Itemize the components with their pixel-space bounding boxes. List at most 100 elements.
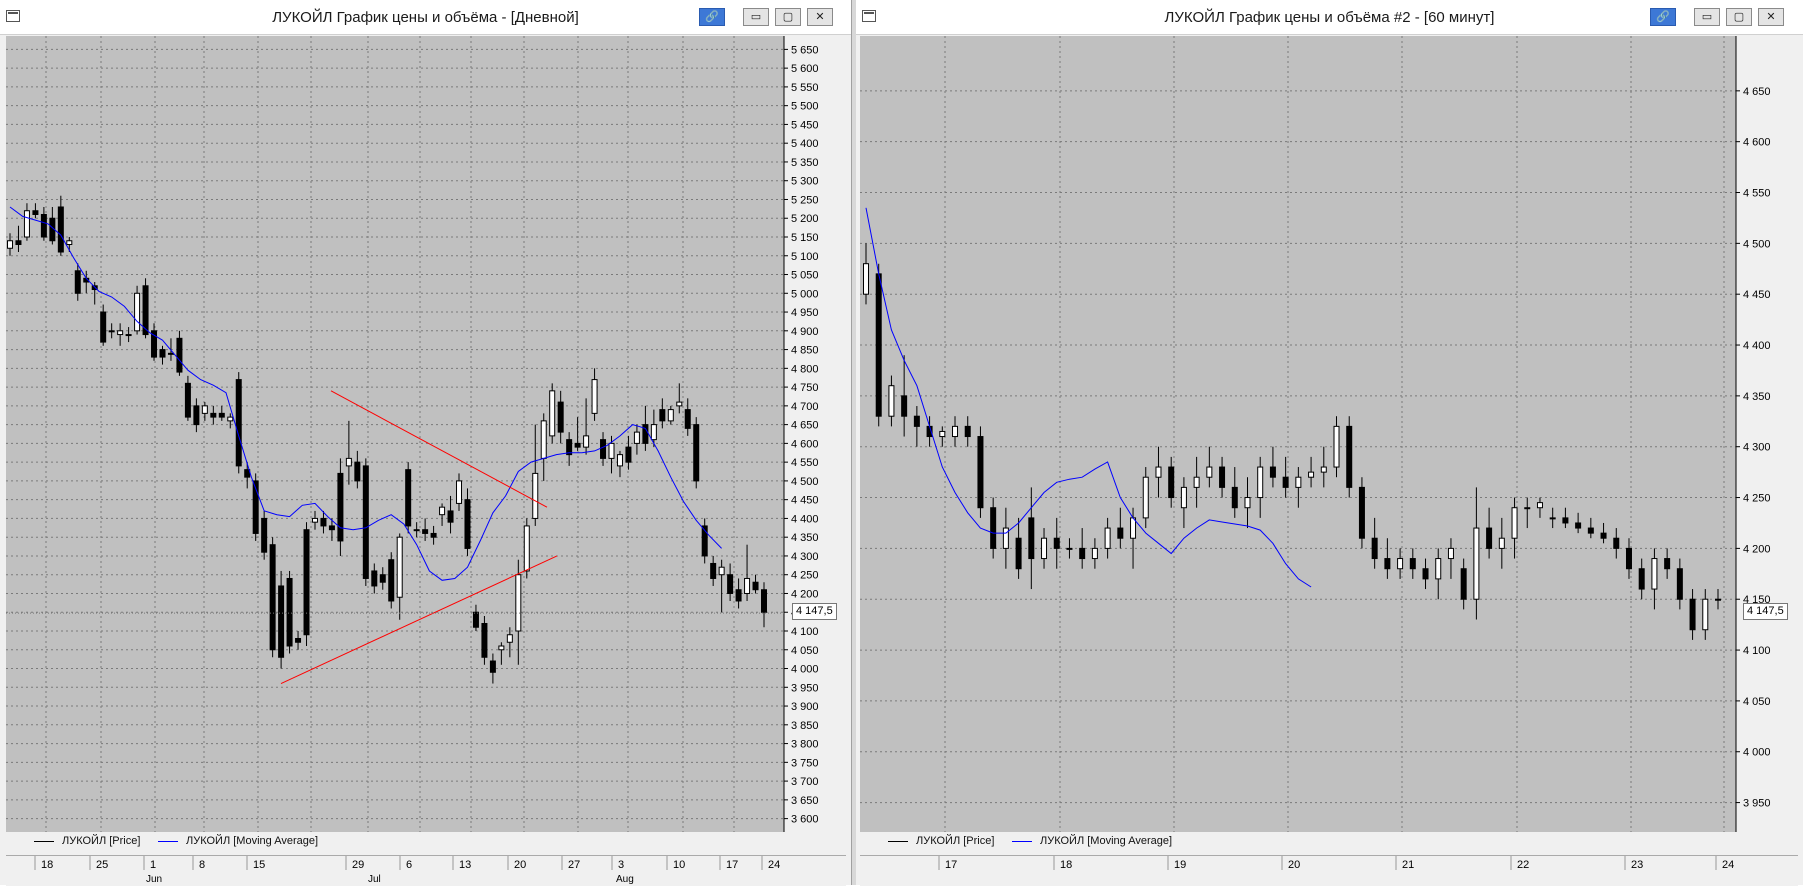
candle-body xyxy=(1168,466,1175,499)
y-tick-label: 4 450 xyxy=(1743,289,1771,301)
candle-body xyxy=(591,379,598,414)
y-tick-label: 5 350 xyxy=(791,157,819,169)
candle-body xyxy=(32,210,39,215)
y-tick-label: 4 350 xyxy=(1743,391,1771,403)
date-tick-label: 15 xyxy=(253,859,265,871)
candle-body xyxy=(752,581,759,591)
candle-body xyxy=(744,577,751,594)
candle-body xyxy=(1664,558,1671,570)
candle-body xyxy=(1219,466,1226,488)
hourly-time-axis[interactable]: 17 18 19 20 21 22 23 24 xyxy=(860,855,1798,886)
y-tick-label: 4 450 xyxy=(791,495,819,507)
y-tick-label: 5 650 xyxy=(791,44,819,56)
y-tick-label: 4 300 xyxy=(791,551,819,563)
y-tick-label: 4 850 xyxy=(791,345,819,357)
date-tick-label: 23 xyxy=(1631,859,1643,871)
candle-body xyxy=(66,240,73,246)
month-label: Jul xyxy=(368,874,381,885)
candle-body xyxy=(693,424,700,482)
candle-body xyxy=(1600,532,1607,539)
candle-body xyxy=(1435,558,1442,580)
daily-chart-window: ЛУКОЙЛ График цены и объёма - [Дневной] … xyxy=(0,0,852,886)
candle-body xyxy=(1180,486,1187,509)
y-tick-label: 4 600 xyxy=(791,438,819,450)
candle-body xyxy=(557,401,564,433)
daily-time-axis[interactable]: 18 25 1 8 15 29 6 13 20 27 3 10 17 24Jun Jul Aug xyxy=(6,855,846,886)
candle-body xyxy=(1104,527,1111,549)
candle-body xyxy=(320,517,327,527)
hourly-price-chart[interactable]: 3 9504 0004 0504 1004 1504 2004 2504 300… xyxy=(860,36,1798,832)
date-tick-label: 29 xyxy=(352,859,364,871)
candle-body xyxy=(549,390,556,437)
candle-body xyxy=(1651,558,1658,590)
link-icon[interactable]: 🔗 xyxy=(699,8,725,26)
date-tick-label: 17 xyxy=(945,859,957,871)
candle-body xyxy=(456,480,463,504)
candle-body xyxy=(193,405,200,426)
candle-body xyxy=(888,385,895,417)
candle-body xyxy=(413,529,420,532)
candle-body xyxy=(1587,527,1594,534)
candle-body xyxy=(472,611,479,628)
date-tick-label: 17 xyxy=(726,859,738,871)
date-tick-label: 27 xyxy=(568,859,580,871)
candle-body xyxy=(684,409,691,429)
close-button[interactable]: ✕ xyxy=(1758,8,1784,26)
date-tick-label: 19 xyxy=(1174,859,1186,871)
link-icon[interactable]: 🔗 xyxy=(1650,8,1676,26)
candle-body xyxy=(371,570,378,587)
candle-body xyxy=(303,529,310,636)
candle-body xyxy=(901,395,908,417)
legend-swatch-price xyxy=(34,840,54,842)
y-tick-label: 5 300 xyxy=(791,176,819,188)
y-tick-label: 4 100 xyxy=(791,626,819,638)
candle-body xyxy=(1130,517,1137,539)
candle-body xyxy=(1536,502,1543,509)
maximize-button[interactable]: ▢ xyxy=(1726,8,1752,26)
legend-swatch-moving-average xyxy=(158,840,178,842)
candle-body xyxy=(1409,558,1416,570)
y-tick-label: 4 550 xyxy=(1743,188,1771,200)
candle-body xyxy=(1562,517,1569,524)
candle-body xyxy=(1269,466,1276,478)
candle-body xyxy=(616,454,623,467)
date-tick-label: 3 xyxy=(618,859,624,871)
candle-body xyxy=(574,442,581,448)
candle-body xyxy=(311,517,318,523)
candle-body xyxy=(1625,547,1632,570)
candle-body xyxy=(532,472,539,519)
candle-body xyxy=(875,273,882,417)
legend-item-price: ЛУКОЙЛ [Price] xyxy=(888,835,994,847)
candle-body xyxy=(379,574,386,583)
plot-background xyxy=(6,36,784,832)
minimize-button[interactable]: ▭ xyxy=(1694,8,1720,26)
candle-body xyxy=(439,506,446,516)
close-button[interactable]: ✕ xyxy=(807,8,833,26)
maximize-button[interactable]: ▢ xyxy=(775,8,801,26)
candle-body xyxy=(388,559,395,602)
candle-body xyxy=(108,330,115,333)
candle-body xyxy=(354,461,361,482)
date-tick-label: 18 xyxy=(1060,859,1072,871)
candle-body xyxy=(1575,522,1582,529)
candle-body xyxy=(430,532,437,538)
hourly-window-titlebar[interactable]: ЛУКОЙЛ График цены и объёма #2 - [60 мин… xyxy=(856,0,1803,35)
candle-body xyxy=(1422,568,1429,580)
candle-body xyxy=(608,442,615,459)
time-axis-background xyxy=(860,856,1798,886)
candle-body xyxy=(1689,598,1696,631)
candle-body xyxy=(337,472,344,542)
candle-body xyxy=(1460,568,1467,600)
daily-window-titlebar[interactable]: ЛУКОЙЛ График цены и объёма - [Дневной] … xyxy=(0,0,851,35)
candle-body xyxy=(396,536,403,598)
candle-body xyxy=(583,435,590,448)
date-tick-label: 10 xyxy=(673,859,685,871)
candle-body xyxy=(1511,507,1518,539)
candle-body xyxy=(201,405,208,414)
candle-body xyxy=(1091,547,1098,560)
candle-body xyxy=(184,382,191,418)
candle-body xyxy=(964,425,971,438)
daily-price-chart[interactable]: 3 600 3 650 3 700 3 750 3 800 3 850 3 900 3 950… xyxy=(6,36,846,832)
minimize-button[interactable]: ▭ xyxy=(743,8,769,26)
candle-body xyxy=(295,638,302,643)
